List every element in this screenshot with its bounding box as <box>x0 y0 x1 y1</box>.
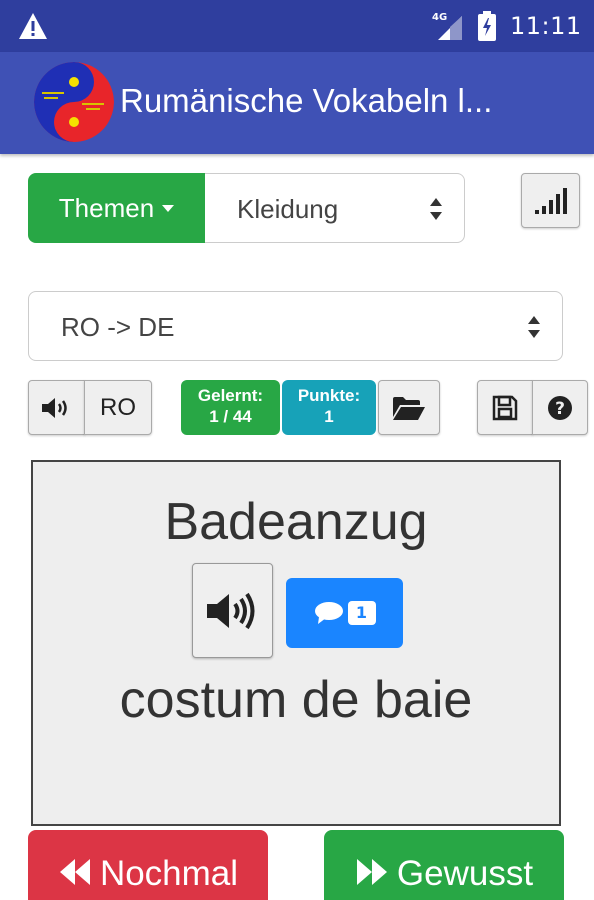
help-button[interactable]: ? <box>532 380 588 435</box>
save-icon <box>492 395 518 420</box>
status-time: 11:11 <box>510 12 582 40</box>
word-romanian: costum de baie <box>119 671 473 729</box>
topic-select[interactable]: Kleidung <box>205 173 465 243</box>
flashcard: Badeanzug 1 costum de baie <box>31 460 561 826</box>
pronounce-button[interactable] <box>192 563 273 658</box>
comment-icon <box>314 602 343 624</box>
save-button[interactable] <box>477 380 533 435</box>
points-value: 1 <box>324 407 334 426</box>
direction-select[interactable]: RO -> DE <box>28 291 563 361</box>
comment-count: 1 <box>347 601 376 625</box>
caret-down-icon <box>162 204 175 212</box>
svg-text:?: ? <box>555 399 565 419</box>
sort-icon <box>430 198 442 220</box>
folder-open-icon <box>393 396 425 420</box>
open-button[interactable] <box>378 380 440 435</box>
speaker-icon <box>41 397 67 418</box>
help-icon: ? <box>548 395 572 420</box>
themen-button-label: Themen <box>58 192 155 223</box>
learned-badge: Gelernt: 1 / 44 <box>181 380 280 435</box>
signal-bars-icon <box>535 188 567 214</box>
battery-icon <box>478 11 496 41</box>
again-button-label: Nochmal <box>99 854 239 893</box>
language-button[interactable]: RO <box>84 380 152 435</box>
word-german: Badeanzug <box>164 493 428 551</box>
warning-icon <box>19 13 47 39</box>
app-title: Rumänische Vokabeln l... <box>120 82 493 119</box>
app-logo <box>34 62 114 142</box>
network-signal-icon: 4G <box>432 12 464 40</box>
topic-select-value: Kleidung <box>237 194 339 224</box>
known-button-label: Gewusst <box>396 854 534 893</box>
learned-label: Gelernt: <box>197 386 264 405</box>
comments-button[interactable]: 1 <box>286 578 403 648</box>
sort-icon <box>528 316 540 338</box>
again-button[interactable]: Nochmal <box>28 830 268 900</box>
direction-select-value: RO -> DE <box>61 312 175 342</box>
known-button[interactable]: Gewusst <box>324 830 564 900</box>
speaker-icon <box>206 592 254 629</box>
backward-icon <box>59 859 90 885</box>
app-bar: Rumänische Vokabeln l... <box>0 52 594 154</box>
language-button-label: RO <box>100 393 136 421</box>
themen-dropdown-button[interactable]: Themen <box>28 173 205 243</box>
status-bar: 4G 11:11 <box>0 0 594 52</box>
forward-icon <box>356 859 387 885</box>
points-badge: Punkte: 1 <box>282 380 376 435</box>
statistics-button[interactable] <box>521 173 580 228</box>
learned-value: 1 / 44 <box>209 407 252 426</box>
speak-toggle-button[interactable] <box>28 380 85 435</box>
points-label: Punkte: <box>297 386 361 405</box>
